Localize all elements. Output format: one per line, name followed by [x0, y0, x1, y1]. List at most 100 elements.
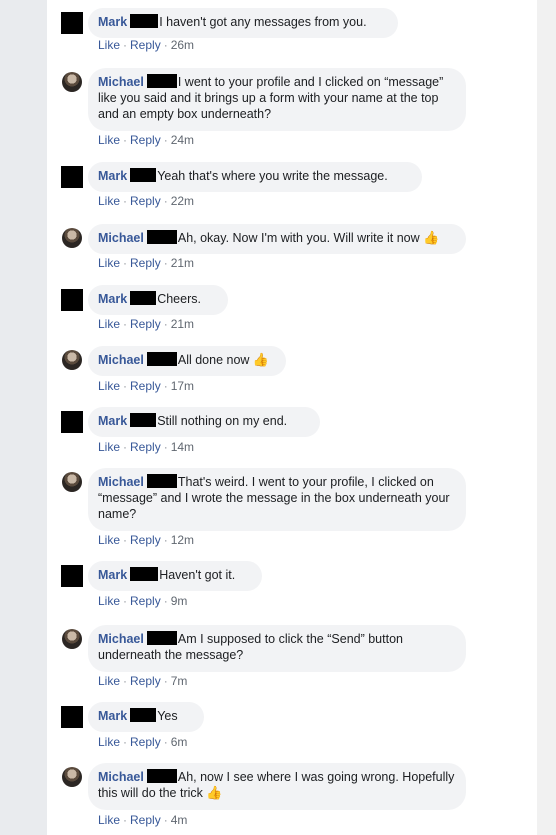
redacted-surname	[146, 352, 177, 366]
timestamp[interactable]: 7m	[171, 674, 188, 688]
comment-actions: Like · Reply · 6m	[98, 735, 187, 749]
timestamp[interactable]: 21m	[171, 256, 194, 270]
comment-actions: Like · Reply · 9m	[98, 594, 187, 608]
reply-link[interactable]: Reply	[130, 813, 161, 827]
comment-bubble: Michael Ah, now I see where I was going w…	[88, 763, 466, 810]
separator: ·	[163, 440, 168, 454]
scrollbar[interactable]	[537, 0, 556, 835]
reply-link[interactable]: Reply	[130, 440, 161, 454]
avatar-redacted[interactable]	[61, 411, 83, 433]
separator: ·	[163, 194, 168, 208]
avatar[interactable]	[62, 767, 82, 787]
separator: ·	[163, 317, 168, 331]
comment-bubble: Mark Cheers.	[88, 285, 228, 315]
redacted-surname	[146, 474, 177, 488]
author-name[interactable]: Michael	[98, 353, 144, 367]
avatar[interactable]	[62, 228, 82, 248]
separator: ·	[123, 317, 128, 331]
avatar-redacted[interactable]	[61, 12, 83, 34]
timestamp[interactable]: 26m	[171, 38, 194, 52]
like-link[interactable]: Like	[98, 440, 120, 454]
timestamp[interactable]: 4m	[171, 813, 188, 827]
redacted-surname	[130, 567, 159, 581]
like-link[interactable]: Like	[98, 194, 120, 208]
comment-bubble: Michael All done now 👍	[88, 346, 286, 376]
reply-link[interactable]: Reply	[130, 533, 161, 547]
like-link[interactable]: Like	[98, 813, 120, 827]
avatar[interactable]	[62, 72, 82, 92]
reply-link[interactable]: Reply	[130, 379, 161, 393]
comment-text: Cheers.	[157, 292, 201, 306]
comment-actions: Like · Reply · 12m	[98, 533, 194, 547]
separator: ·	[123, 440, 128, 454]
like-link[interactable]: Like	[98, 379, 120, 393]
timestamp[interactable]: 12m	[171, 533, 194, 547]
comment-text: Still nothing on my end.	[157, 414, 288, 428]
comment-bubble: Mark Haven't got it.	[88, 561, 262, 591]
author-name[interactable]: Mark	[98, 15, 127, 29]
separator: ·	[163, 379, 168, 393]
redacted-surname	[130, 708, 157, 722]
comment-actions: Like · Reply · 4m	[98, 813, 187, 827]
timestamp[interactable]: 21m	[171, 317, 194, 331]
author-name[interactable]: Michael	[98, 231, 144, 245]
timestamp[interactable]: 22m	[171, 194, 194, 208]
reply-link[interactable]: Reply	[130, 735, 161, 749]
author-name[interactable]: Michael	[98, 75, 144, 89]
author-name[interactable]: Mark	[98, 169, 127, 183]
timestamp[interactable]: 24m	[171, 133, 194, 147]
like-link[interactable]: Like	[98, 533, 120, 547]
like-link[interactable]: Like	[98, 38, 120, 52]
reply-link[interactable]: Reply	[130, 38, 161, 52]
avatar-redacted[interactable]	[61, 289, 83, 311]
separator: ·	[163, 256, 168, 270]
separator: ·	[123, 674, 128, 688]
timestamp[interactable]: 9m	[171, 594, 188, 608]
reply-link[interactable]: Reply	[130, 594, 161, 608]
comment-actions: Like · Reply · 17m	[98, 379, 194, 393]
separator: ·	[163, 594, 168, 608]
reply-link[interactable]: Reply	[130, 317, 161, 331]
separator: ·	[163, 813, 168, 827]
comment-actions: Like · Reply · 24m	[98, 133, 194, 147]
separator: ·	[123, 813, 128, 827]
redacted-surname	[146, 631, 177, 645]
redacted-surname	[146, 74, 177, 88]
thumbs-up-icon: 👍	[252, 352, 270, 367]
comment-bubble: Mark Yeah that's where you write the mess…	[88, 162, 422, 192]
timestamp[interactable]: 14m	[171, 440, 194, 454]
avatar[interactable]	[62, 472, 82, 492]
like-link[interactable]: Like	[98, 674, 120, 688]
avatar-redacted[interactable]	[61, 706, 83, 728]
reply-link[interactable]: Reply	[130, 133, 161, 147]
comment-bubble: Michael Am I supposed to click the “Send”…	[88, 625, 466, 672]
avatar-redacted[interactable]	[61, 565, 83, 587]
reply-link[interactable]: Reply	[130, 194, 161, 208]
like-link[interactable]: Like	[98, 735, 120, 749]
timestamp[interactable]: 6m	[171, 735, 188, 749]
author-name[interactable]: Michael	[98, 770, 144, 784]
author-name[interactable]: Mark	[98, 568, 127, 582]
like-link[interactable]: Like	[98, 317, 120, 331]
separator: ·	[163, 674, 168, 688]
avatar-redacted[interactable]	[61, 166, 83, 188]
thumbs-up-icon: 👍	[206, 785, 223, 800]
author-name[interactable]: Mark	[98, 709, 127, 723]
author-name[interactable]: Michael	[98, 475, 144, 489]
author-name[interactable]: Mark	[98, 292, 127, 306]
avatar[interactable]	[62, 350, 82, 370]
timestamp[interactable]: 17m	[171, 379, 194, 393]
like-link[interactable]: Like	[98, 256, 120, 270]
avatar[interactable]	[62, 629, 82, 649]
redacted-surname	[130, 413, 157, 427]
like-link[interactable]: Like	[98, 594, 120, 608]
separator: ·	[163, 533, 168, 547]
author-name[interactable]: Michael	[98, 632, 144, 646]
reply-link[interactable]: Reply	[130, 256, 161, 270]
comment-text: Ah, okay. Now I'm with you. Will write i…	[177, 231, 420, 245]
reply-link[interactable]: Reply	[130, 674, 161, 688]
separator: ·	[163, 38, 168, 52]
redacted-surname	[146, 230, 177, 244]
author-name[interactable]: Mark	[98, 414, 127, 428]
like-link[interactable]: Like	[98, 133, 120, 147]
